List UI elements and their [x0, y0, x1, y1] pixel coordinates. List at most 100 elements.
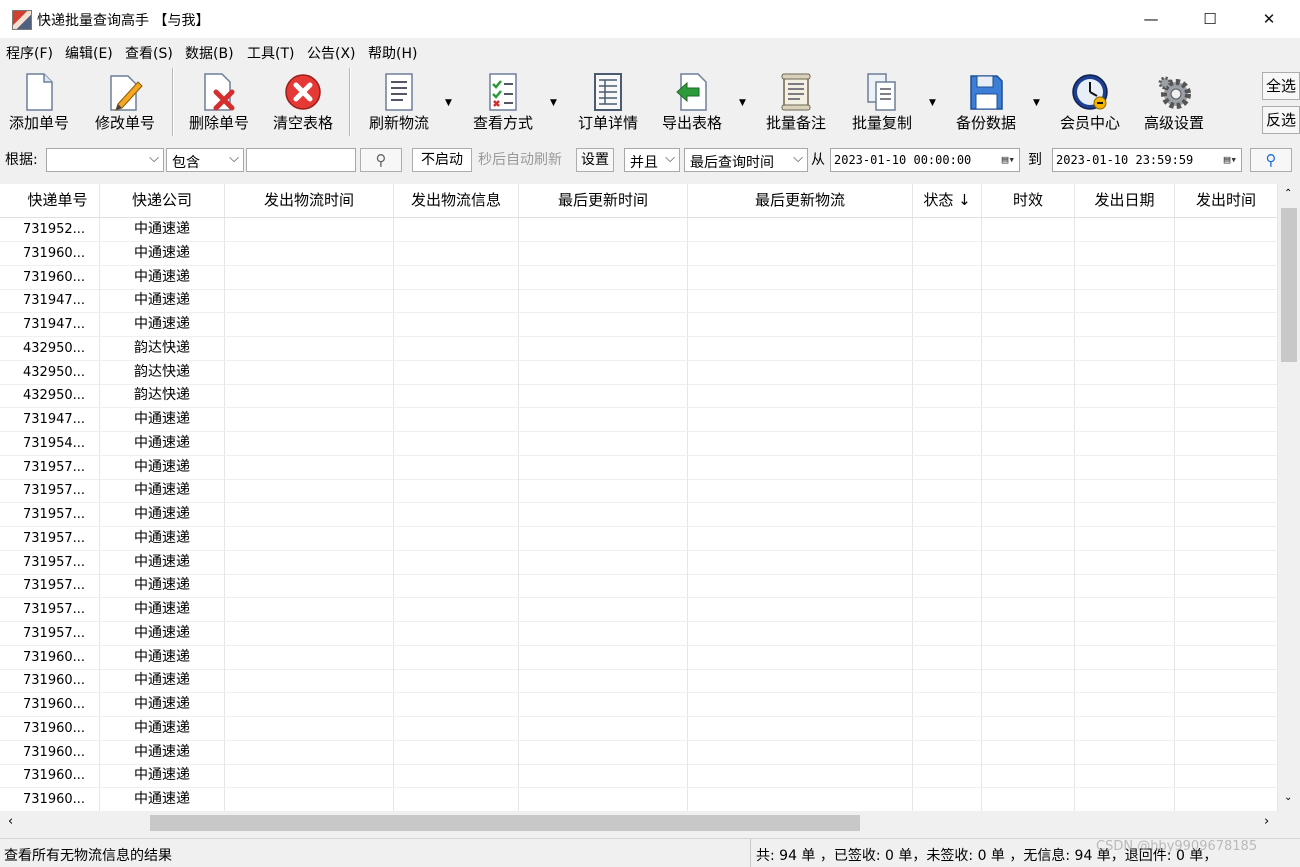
table-cell — [982, 360, 1075, 384]
order-detail-button[interactable]: 订单详情 — [572, 64, 644, 142]
table-row[interactable]: 731960... 中通速递 — [0, 740, 1278, 765]
header-col-duration[interactable]: 时效 — [982, 184, 1075, 217]
header-col-status[interactable]: 状态 ↓ — [913, 184, 982, 217]
delete-button[interactable]: 删除单号 — [184, 64, 254, 142]
table-cell — [225, 598, 394, 621]
refresh-dropdown-icon[interactable]: ▼ — [445, 98, 452, 108]
header-col-last-update-time[interactable]: 最后更新时间 — [519, 184, 688, 217]
table-row[interactable]: 731960... 中通速递 — [0, 645, 1278, 670]
table-cell — [688, 526, 913, 550]
search-icon: ⚲ — [1265, 151, 1277, 169]
invert-selection-button[interactable]: 反选 — [1262, 106, 1300, 134]
vertical-scrollbar[interactable]: ⌃ ⌄ — [1278, 184, 1300, 812]
batch-note-button[interactable]: 批量备注 — [760, 64, 832, 142]
table-row[interactable]: 731957... 中通速递 — [0, 574, 1278, 599]
keyword-input[interactable] — [246, 148, 356, 172]
refresh-button[interactable]: 刷新物流 — [363, 64, 435, 142]
table-cell: 韵达快递 — [100, 384, 225, 408]
select-all-button[interactable]: 全选 — [1262, 72, 1300, 100]
export-dropdown-icon[interactable]: ▼ — [739, 98, 746, 108]
table-cell: 731960... — [16, 241, 100, 265]
table-row[interactable]: 731947... 中通速递 — [0, 289, 1278, 314]
table-row[interactable]: 731947... 中通速递 — [0, 408, 1278, 432]
table-cell — [913, 669, 982, 693]
scroll-down-icon[interactable]: ⌄ — [1284, 792, 1292, 803]
table-cell — [913, 740, 982, 764]
clear-table-button[interactable]: 清空表格 — [268, 64, 338, 142]
member-center-button[interactable]: 会员中心 — [1054, 64, 1126, 142]
batch-copy-button[interactable]: 批量复制 — [846, 64, 918, 142]
menu-view[interactable]: 查看(S) — [125, 43, 173, 63]
menu-data[interactable]: 数据(B) — [185, 43, 234, 63]
table-row[interactable]: 731960... 中通速递 — [0, 764, 1278, 789]
time-field-select[interactable]: 最后查询时间 ⌵ — [684, 148, 808, 172]
query-button[interactable]: ⚲ — [1250, 148, 1292, 172]
header-col-ship-date[interactable]: 发出日期 — [1075, 184, 1175, 217]
maximize-button[interactable]: ☐ — [1181, 0, 1239, 38]
header-col-courier[interactable]: 快递公司 — [100, 184, 225, 217]
header-col-ship-time[interactable]: 发出物流时间 — [225, 184, 394, 217]
table-row[interactable]: 731957... 中通速递 — [0, 550, 1278, 575]
add-button[interactable]: 添加单号 — [4, 64, 74, 142]
table-row[interactable]: 731960... 中通速递 — [0, 716, 1278, 741]
header-col-last-update-info[interactable]: 最后更新物流 — [688, 184, 913, 217]
table-row[interactable]: 731957... 中通速递 — [0, 621, 1278, 646]
menu-program[interactable]: 程序(F) — [6, 43, 53, 63]
menu-notice[interactable]: 公告(X) — [307, 43, 356, 63]
backup-button[interactable]: 备份数据 — [950, 64, 1022, 142]
menu-edit[interactable]: 编辑(E) — [65, 43, 113, 63]
table-row[interactable]: 731954... 中通速递 — [0, 431, 1278, 456]
table-row[interactable]: 731960... 中通速递 — [0, 788, 1278, 812]
minimize-button[interactable]: — — [1122, 0, 1180, 38]
export-button[interactable]: 导出表格 — [656, 64, 728, 142]
table-cell — [1175, 526, 1278, 550]
close-button[interactable]: ✕ — [1240, 0, 1298, 38]
basis-select[interactable]: ⌵ — [46, 148, 164, 172]
edit-button[interactable]: 修改单号 — [90, 64, 160, 142]
table-row[interactable]: 432950... 韵达快递 — [0, 360, 1278, 385]
table-cell — [913, 384, 982, 408]
table-row[interactable]: 731947... 中通速递 — [0, 313, 1278, 337]
table-row[interactable]: 731957... 中通速递 — [0, 503, 1278, 527]
header-col-ship-clock[interactable]: 发出时间 — [1175, 184, 1278, 217]
table-row[interactable]: 432950... 韵达快递 — [0, 336, 1278, 361]
vertical-scroll-thumb[interactable] — [1281, 208, 1297, 362]
search-button[interactable]: ⚲ — [360, 148, 402, 172]
advanced-settings-button[interactable]: 高级设置 — [1138, 64, 1210, 142]
header-col-ship-info[interactable]: 发出物流信息 — [394, 184, 519, 217]
to-datetime-picker[interactable]: 2023-01-10 23:59:59 ▤▾ — [1052, 148, 1242, 172]
settings-button[interactable]: 设置 — [576, 148, 614, 172]
header-col-tracking-number[interactable]: 快递单号 — [16, 184, 100, 217]
table-row[interactable]: 731960... 中通速递 — [0, 265, 1278, 290]
table-row[interactable]: 731957... 中通速递 — [0, 479, 1278, 504]
match-select[interactable]: 包含 ⌵ — [166, 148, 244, 172]
table-cell: 中通速递 — [100, 740, 225, 764]
from-datetime-picker[interactable]: 2023-01-10 00:00:00 ▤▾ — [830, 148, 1020, 172]
menu-help[interactable]: 帮助(H) — [368, 43, 417, 63]
logic-select[interactable]: 并且 ⌵ — [624, 148, 680, 172]
table-cell — [982, 431, 1075, 455]
table-row[interactable]: 432950... 韵达快递 — [0, 384, 1278, 409]
horizontal-scrollbar[interactable]: ‹ › — [0, 812, 1300, 834]
table-row[interactable]: 731957... 中通速递 — [0, 598, 1278, 622]
table-row[interactable]: 731957... 中通速递 — [0, 455, 1278, 480]
view-mode-button[interactable]: 查看方式 — [466, 64, 540, 142]
horizontal-scroll-thumb[interactable] — [150, 815, 860, 831]
scroll-right-icon[interactable]: › — [1264, 814, 1269, 829]
table-row[interactable]: 731960... 中通速递 — [0, 669, 1278, 694]
auto-refresh-toggle[interactable]: 不启动 — [412, 148, 472, 172]
table-cell: 中通速递 — [100, 431, 225, 455]
backup-dropdown-icon[interactable]: ▼ — [1033, 98, 1040, 108]
table-cell — [1175, 218, 1278, 241]
view-mode-dropdown-icon[interactable]: ▼ — [550, 98, 557, 108]
scroll-left-icon[interactable]: ‹ — [8, 814, 13, 829]
table-row[interactable]: 731952... 中通速递 — [0, 218, 1278, 242]
menu-tools[interactable]: 工具(T) — [247, 43, 294, 63]
table-cell — [982, 289, 1075, 313]
table-row[interactable]: 731960... 中通速递 — [0, 693, 1278, 717]
table-row[interactable]: 731957... 中通速递 — [0, 526, 1278, 551]
batch-copy-dropdown-icon[interactable]: ▼ — [929, 98, 936, 108]
scroll-up-icon[interactable]: ⌃ — [1284, 188, 1292, 199]
table-row[interactable]: 731960... 中通速递 — [0, 241, 1278, 266]
table-cell: 731957... — [16, 503, 100, 526]
